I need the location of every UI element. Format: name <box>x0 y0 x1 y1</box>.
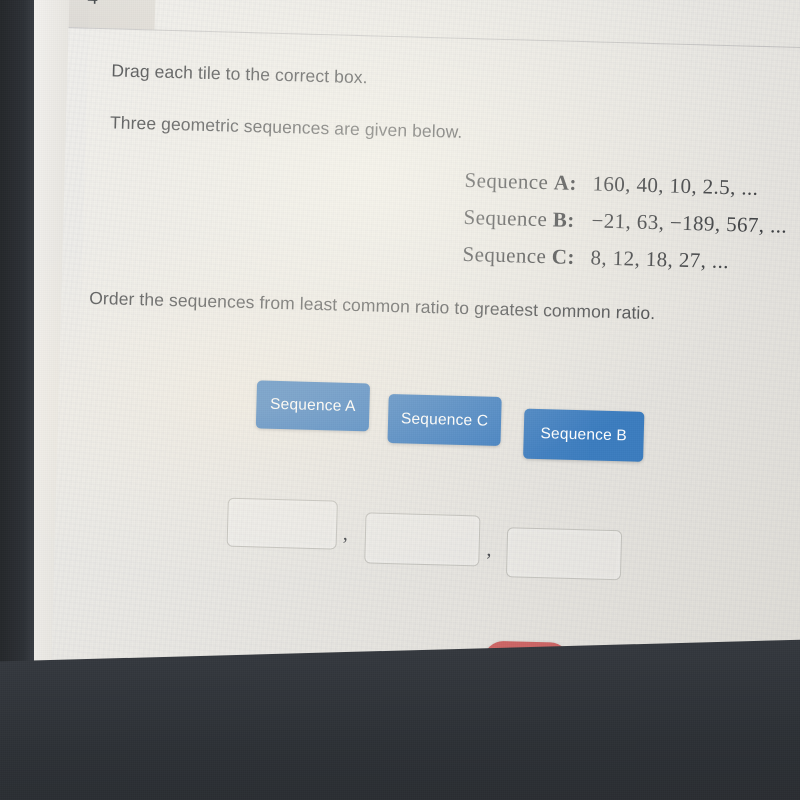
photo-of-screen: 4 Drag each tile to the correct box. Thr… <box>0 0 800 800</box>
sequence-list: Sequence A: 160, 40, 10, 2.5, ... Sequen… <box>462 168 789 288</box>
sequence-row-a: Sequence A: 160, 40, 10, 2.5, ... <box>464 168 788 202</box>
separator-comma-2: , <box>486 538 492 561</box>
intro-text: Three geometric sequences are given belo… <box>109 112 463 142</box>
screen-surface: 4 Drag each tile to the correct box. Thr… <box>6 0 800 726</box>
screen-content-area: 4 Drag each tile to the correct box. Thr… <box>6 0 800 726</box>
draggable-tile-sequence-b[interactable]: Sequence B <box>523 408 645 462</box>
drop-zone-row: , , <box>54 493 800 593</box>
sequence-c-values: 8, 12, 18, 27, ... <box>590 245 730 274</box>
sequence-c-label-letter: C: <box>551 244 576 269</box>
sequence-b-label: Sequence B: <box>463 205 590 233</box>
question-number: 4 <box>87 0 98 10</box>
sequence-a-label: Sequence A: <box>464 168 591 196</box>
drop-box-1[interactable] <box>226 497 338 550</box>
sequence-c-label: Sequence C: <box>462 242 589 270</box>
sequence-a-label-word: Sequence <box>464 167 555 195</box>
separator-comma-1: , <box>342 522 349 545</box>
sequence-row-c: Sequence C: 8, 12, 18, 27, ... <box>462 242 786 276</box>
drop-box-3[interactable] <box>505 527 623 581</box>
header-divider <box>68 27 800 49</box>
sequence-b-values: −21, 63, −189, 567, ... <box>591 208 788 238</box>
question-number-tab: 4 <box>68 0 156 30</box>
tile-tray: Sequence A Sequence C Sequence B <box>57 375 800 485</box>
sequence-row-b: Sequence B: −21, 63, −189, 567, ... <box>463 205 787 239</box>
draggable-tile-sequence-c[interactable]: Sequence C <box>387 393 502 447</box>
sequence-a-label-letter: A: <box>553 170 578 195</box>
desk-surface-below-screen <box>0 635 800 800</box>
drop-box-2[interactable] <box>364 512 481 567</box>
sequence-b-label-word: Sequence <box>463 204 554 232</box>
assessment-page: 4 Drag each tile to the correct box. Thr… <box>50 0 800 725</box>
draggable-tile-sequence-a[interactable]: Sequence A <box>255 380 371 432</box>
task-instruction-text: Order the sequences from least common ra… <box>88 287 656 324</box>
sequence-a-values: 160, 40, 10, 2.5, ... <box>592 171 759 200</box>
sequence-c-label-word: Sequence <box>462 241 553 269</box>
drag-instruction-text: Drag each tile to the correct box. <box>111 60 368 88</box>
sequence-b-label-letter: B: <box>552 207 575 232</box>
